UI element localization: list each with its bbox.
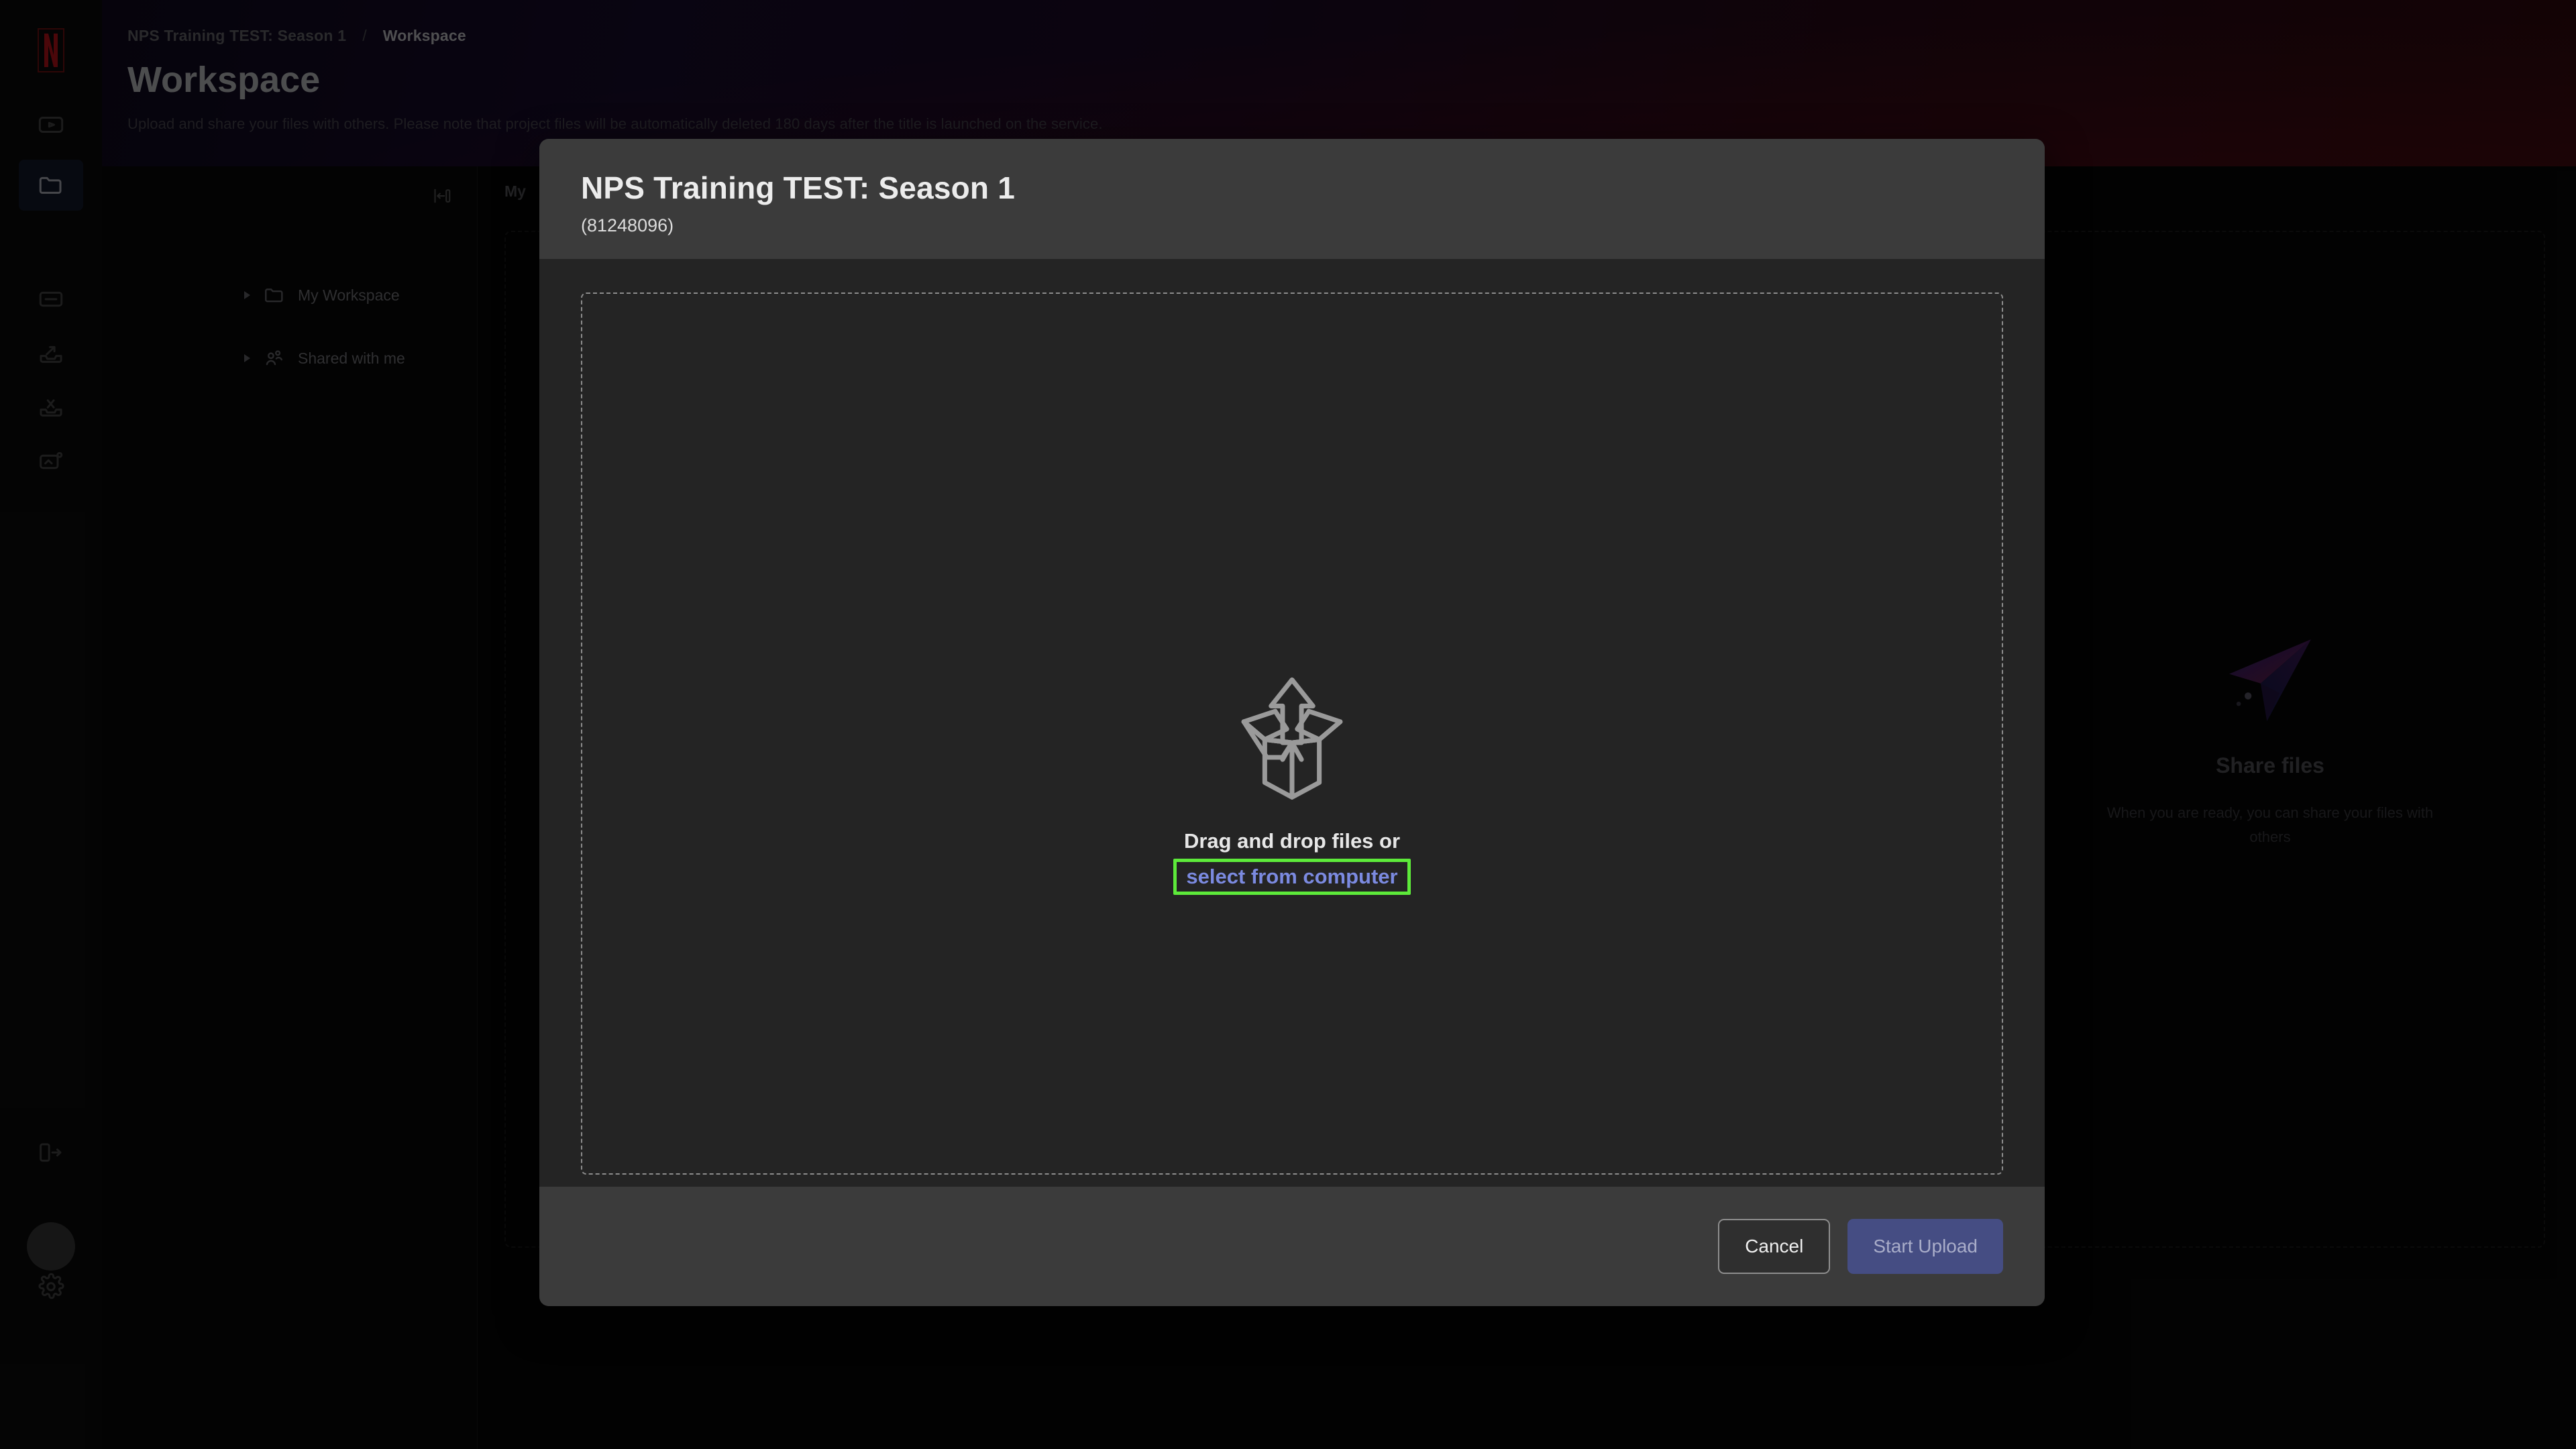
select-from-computer-link[interactable]: select from computer [1181, 863, 1403, 890]
modal-subtitle: (81248096) [581, 215, 674, 235]
modal-footer: Cancel Start Upload [539, 1187, 2045, 1306]
select-from-computer-highlight: select from computer [1173, 858, 1411, 895]
modal-header: NPS Training TEST: Season 1 (81248096) [539, 139, 2045, 259]
upload-modal: NPS Training TEST: Season 1 (81248096) D… [539, 139, 2045, 1306]
start-upload-button[interactable]: Start Upload [1847, 1219, 2003, 1274]
app-root: NPS Training TEST: Season 1 / Workspace … [0, 0, 2576, 1449]
cancel-button[interactable]: Cancel [1718, 1219, 1831, 1274]
dropzone-text: Drag and drop files or [1183, 828, 1401, 853]
modal-body: Drag and drop files or select from compu… [539, 259, 2045, 1187]
modal-title: NPS Training TEST: Season 1 [581, 170, 1015, 205]
file-dropzone[interactable]: Drag and drop files or select from compu… [581, 292, 2003, 1175]
open-box-upload-icon [1241, 677, 1343, 800]
dropzone-content: Drag and drop files or select from compu… [1173, 674, 1411, 895]
